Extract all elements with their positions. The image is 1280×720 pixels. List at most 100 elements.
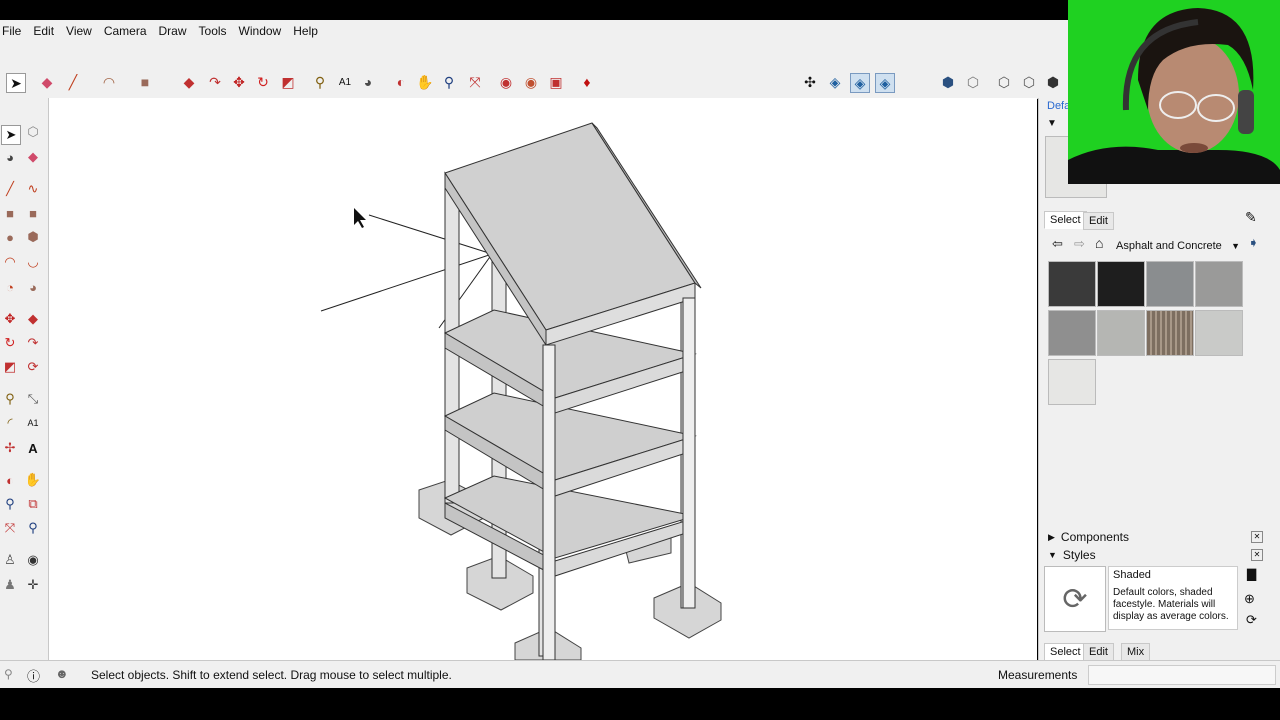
styles-tab-mix[interactable]: Mix (1121, 643, 1151, 661)
material-swatch[interactable] (1195, 261, 1243, 307)
create-style-icon[interactable]: ⊕ (1244, 591, 1255, 607)
material-swatch[interactable] (1048, 310, 1096, 356)
paint-bucket-icon[interactable]: ◕ (359, 73, 377, 91)
materials-tab-select[interactable]: Select (1044, 211, 1087, 229)
refresh-icon[interactable]: ⟳ (1246, 612, 1257, 628)
select-tool-icon[interactable]: ➤ (1, 125, 21, 145)
menu-camera[interactable]: Camera (98, 24, 153, 38)
close-icon[interactable]: ✕ (1251, 549, 1263, 561)
styles-section-header[interactable]: ▼ Styles (1044, 547, 1264, 563)
components-share-icon[interactable]: ◉ (522, 73, 540, 91)
warehouse-icon[interactable]: ◉ (497, 73, 515, 91)
details-arrow-icon[interactable]: ➧ (1248, 235, 1259, 251)
back-edges-style-icon[interactable]: ⬡ (964, 73, 982, 91)
scale-tool-icon[interactable]: ◩ (279, 73, 297, 91)
orbit-tool-icon[interactable]: ◐ (1, 471, 19, 489)
arc-tool-icon[interactable]: ◠ (100, 73, 118, 91)
offset-tool-icon[interactable]: ⟳ (24, 358, 42, 376)
display-section-cuts-icon[interactable]: ◈ (875, 73, 895, 93)
freehand-tool-icon[interactable]: ∿ (24, 180, 42, 198)
styles-tab-select[interactable]: Select (1044, 643, 1087, 661)
follow-me-tool-icon[interactable]: ↷ (206, 73, 224, 91)
zoom-window-icon[interactable]: ⧉ (24, 495, 42, 513)
rectangle-tool-icon[interactable]: ■ (136, 73, 154, 91)
orbit-tool-icon[interactable]: ◐ (392, 73, 410, 91)
material-swatch[interactable] (1048, 359, 1096, 405)
text-tool-icon[interactable]: A1 (336, 73, 354, 91)
update-style-icon[interactable]: ▇ (1247, 567, 1256, 581)
rectangle-tool-icon[interactable]: ■ (1, 204, 19, 222)
polygon-tool-icon[interactable]: ⬢ (24, 228, 42, 246)
protractor-icon[interactable]: ◜ (1, 414, 19, 432)
axes-icon[interactable]: ✣ (801, 73, 819, 91)
move-tool-icon[interactable]: ✥ (1, 310, 19, 328)
menu-tools[interactable]: Tools (193, 24, 233, 38)
line-tool-icon[interactable]: ╱ (1, 180, 19, 198)
look-around-icon[interactable]: ◉ (24, 551, 42, 569)
menu-window[interactable]: Window (233, 24, 288, 38)
materials-collapse-icon[interactable]: ▼ (1047, 118, 1057, 129)
zoom-extents-icon[interactable]: ⤧ (466, 73, 484, 91)
line-tool-icon[interactable]: ╱ (64, 73, 82, 91)
axes-tool-icon[interactable]: ✢ (1, 439, 19, 457)
xray-style-icon[interactable]: ⬢ (939, 73, 957, 91)
display-section-planes-icon[interactable]: ◈ (850, 73, 870, 93)
hidden-line-style-icon[interactable]: ⬡ (1020, 73, 1038, 91)
ruby-icon[interactable]: ♦ (578, 73, 596, 91)
arc-tool-icon[interactable]: ◠ (1, 253, 19, 271)
material-swatch[interactable] (1097, 310, 1145, 356)
measurements-input[interactable] (1088, 665, 1276, 685)
material-swatch[interactable] (1195, 310, 1243, 356)
material-swatch[interactable] (1146, 310, 1194, 356)
text-tool-icon[interactable]: A1 (24, 414, 42, 432)
materials-tab-edit[interactable]: Edit (1083, 212, 1114, 230)
material-swatch[interactable] (1097, 261, 1145, 307)
section-plane-icon[interactable]: ◈ (826, 73, 844, 91)
make-component-icon[interactable]: ⬡ (24, 123, 42, 141)
select-tool-icon[interactable]: ➤ (6, 73, 26, 93)
tape-measure-icon[interactable]: ⚲ (1, 390, 19, 408)
pan-tool-icon[interactable]: ✋ (24, 471, 42, 489)
material-swatch[interactable] (1048, 261, 1096, 307)
rotate-tool-icon[interactable]: ↻ (1, 334, 19, 352)
position-camera-icon[interactable]: ♙ (1, 551, 19, 569)
sample-paint-icon[interactable]: ✎ (1245, 209, 1257, 226)
zoom-tool-icon[interactable]: ⚲ (440, 73, 458, 91)
section-plane-icon[interactable]: ✛ (24, 576, 42, 594)
push-pull-tool-icon[interactable]: ◆ (180, 73, 198, 91)
eraser-tool-icon[interactable]: ◆ (38, 73, 56, 91)
zoom-extents-icon[interactable]: ⤧ (1, 519, 19, 537)
menu-edit[interactable]: Edit (27, 24, 60, 38)
paint-bucket-icon[interactable]: ◕ (1, 148, 19, 166)
back-arrow-icon[interactable]: ⇦ (1052, 236, 1063, 252)
menu-draw[interactable]: Draw (153, 24, 193, 38)
forward-arrow-icon[interactable]: ⇨ (1074, 236, 1085, 252)
menu-view[interactable]: View (60, 24, 98, 38)
three-point-arc-icon[interactable]: ◔ (1, 278, 19, 296)
move-tool-icon[interactable]: ✥ (230, 73, 248, 91)
rotated-rectangle-icon[interactable]: ■ (24, 204, 42, 222)
material-swatch[interactable] (1146, 261, 1194, 307)
user-icon[interactable]: ☻ (55, 666, 69, 681)
circle-tool-icon[interactable]: ● (1, 228, 19, 246)
3d-text-icon[interactable]: A (24, 439, 42, 457)
zoom-tool-icon[interactable]: ⚲ (1, 495, 19, 513)
styles-tab-edit[interactable]: Edit (1083, 643, 1114, 661)
components-section-header[interactable]: ▶ Components (1044, 529, 1264, 545)
tape-measure-icon[interactable]: ⚲ (311, 73, 329, 91)
pie-tool-icon[interactable]: ◕ (24, 278, 42, 296)
shaded-style-icon[interactable]: ⬢ (1044, 73, 1062, 91)
walk-tool-icon[interactable]: ♟ (1, 576, 19, 594)
rotate-tool-icon[interactable]: ↻ (254, 73, 272, 91)
home-icon[interactable]: ⌂ (1095, 235, 1103, 251)
menu-help[interactable]: Help (287, 24, 324, 38)
drawing-viewport[interactable] (49, 98, 1037, 660)
extension-warehouse-icon[interactable]: ▣ (547, 73, 565, 91)
wireframe-style-icon[interactable]: ⬡ (995, 73, 1013, 91)
scale-tool-icon[interactable]: ◩ (1, 358, 19, 376)
eraser-tool-icon[interactable]: ◆ (24, 148, 42, 166)
menu-file[interactable]: File (0, 24, 27, 38)
geo-location-icon[interactable]: ⚲ (4, 667, 13, 681)
follow-me-tool-icon[interactable]: ↷ (24, 334, 42, 352)
dimension-tool-icon[interactable]: ⤡ (24, 390, 42, 408)
